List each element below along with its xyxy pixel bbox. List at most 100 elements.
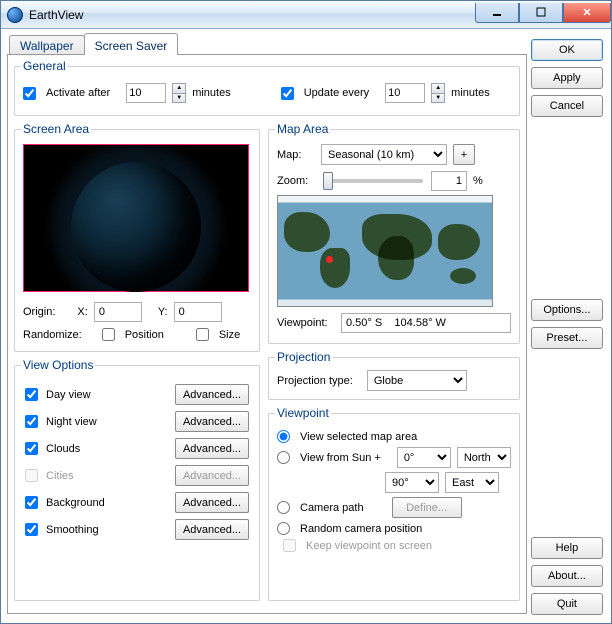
group-map-area: Map Area Map: Seasonal (10 km) + Zoom: xyxy=(268,122,520,344)
apply-button[interactable]: Apply xyxy=(531,67,603,89)
vo-checkbox-5[interactable] xyxy=(25,523,38,536)
help-button[interactable]: Help xyxy=(531,537,603,559)
update-spin[interactable]: ▲▼ xyxy=(431,83,445,103)
update-unit: minutes xyxy=(451,87,490,99)
about-button[interactable]: About... xyxy=(531,565,603,587)
legend-screen-area: Screen Area xyxy=(21,122,91,136)
window-title: EarthView xyxy=(29,8,83,22)
tab-page: General Activate after ▲▼ minutes Update… xyxy=(7,54,527,614)
projection-type-combo[interactable]: Globe xyxy=(367,370,467,391)
minimize-button[interactable] xyxy=(475,3,519,23)
randomize-size-label: Size xyxy=(219,329,240,341)
zoom-label: Zoom: xyxy=(277,175,315,187)
legend-projection: Projection xyxy=(275,350,332,364)
legend-map-area: Map Area xyxy=(275,122,330,136)
activate-after-checkbox[interactable] xyxy=(23,87,36,100)
zoom-unit: % xyxy=(473,175,483,187)
legend-view-options: View Options xyxy=(21,358,95,372)
keep-viewpoint-label: Keep viewpoint on screen xyxy=(306,540,432,552)
map-marker-icon xyxy=(326,256,333,263)
viewpoint-coord-label: Viewpoint: xyxy=(277,317,335,329)
viewpoint-coord-input[interactable] xyxy=(341,313,511,333)
titlebar[interactable]: EarthView xyxy=(1,1,611,29)
legend-viewpoint: Viewpoint xyxy=(275,406,331,420)
vo-label-2: Clouds xyxy=(46,443,80,455)
vo-label-1: Night view xyxy=(46,416,97,428)
vo-label-0: Day view xyxy=(46,389,91,401)
origin-x-input[interactable] xyxy=(94,302,142,322)
vp-random-radio[interactable] xyxy=(277,522,290,535)
quit-button[interactable]: Quit xyxy=(531,593,603,615)
vo-label-3: Cities xyxy=(46,470,74,482)
projection-type-label: Projection type: xyxy=(277,375,353,387)
randomize-size-checkbox[interactable] xyxy=(196,328,209,341)
vp-random-label: Random camera position xyxy=(300,523,422,535)
map-preview[interactable] xyxy=(277,195,493,307)
randomize-position-checkbox[interactable] xyxy=(102,328,115,341)
vo-label-4: Background xyxy=(46,497,105,509)
vp-angle1-combo[interactable]: 0° xyxy=(397,447,451,468)
activate-after-label: Activate after xyxy=(46,87,110,99)
define-button[interactable]: Define... xyxy=(392,497,462,518)
vo-advanced-0[interactable]: Advanced... xyxy=(175,384,249,405)
vp-sun-radio[interactable] xyxy=(277,451,290,464)
group-general: General Activate after ▲▼ minutes Update… xyxy=(14,59,520,116)
vp-angle2-combo[interactable]: 90° xyxy=(385,472,439,493)
activate-unit: minutes xyxy=(192,87,231,99)
vp-dir1-combo[interactable]: North xyxy=(457,447,511,468)
map-add-button[interactable]: + xyxy=(453,144,475,165)
vo-checkbox-0[interactable] xyxy=(25,388,38,401)
vp-dir2-combo[interactable]: East xyxy=(445,472,499,493)
close-button[interactable] xyxy=(563,3,611,23)
update-every-checkbox[interactable] xyxy=(281,87,294,100)
randomize-label: Randomize: xyxy=(23,329,82,341)
vo-advanced-2[interactable]: Advanced... xyxy=(175,438,249,459)
origin-y-input[interactable] xyxy=(174,302,222,322)
preset-button[interactable]: Preset... xyxy=(531,327,603,349)
tab-wallpaper[interactable]: Wallpaper xyxy=(9,35,85,55)
vo-checkbox-1[interactable] xyxy=(25,415,38,428)
vp-sun-label: View from Sun + xyxy=(300,452,381,464)
tab-screen-saver[interactable]: Screen Saver xyxy=(84,33,179,55)
sidebar: OK Apply Cancel Options... Preset... Hel… xyxy=(531,29,611,623)
zoom-input[interactable] xyxy=(431,171,467,191)
tab-strip: Wallpaper Screen Saver xyxy=(9,33,527,55)
vo-label-5: Smoothing xyxy=(46,524,99,536)
update-every-input[interactable] xyxy=(385,83,425,103)
vp-camera-label: Camera path xyxy=(300,502,364,514)
app-window: EarthView Wallpaper Screen Saver General… xyxy=(0,0,612,624)
vp-selected-radio[interactable] xyxy=(277,430,290,443)
maximize-button[interactable] xyxy=(519,3,563,23)
x-label: X: xyxy=(77,306,87,318)
update-every-label: Update every xyxy=(304,87,369,99)
vo-checkbox-4[interactable] xyxy=(25,496,38,509)
options-button[interactable]: Options... xyxy=(531,299,603,321)
map-combo[interactable]: Seasonal (10 km) xyxy=(321,144,447,165)
main-area: Wallpaper Screen Saver General Activate … xyxy=(1,29,531,623)
screen-preview[interactable] xyxy=(23,144,249,292)
randomize-position-label: Position xyxy=(125,329,164,341)
vo-checkbox-3[interactable] xyxy=(25,469,38,482)
app-icon xyxy=(7,7,23,23)
group-screen-area: Screen Area Origin: X: Y: Randomize: xyxy=(14,122,260,352)
vo-advanced-5[interactable]: Advanced... xyxy=(175,519,249,540)
cancel-button[interactable]: Cancel xyxy=(531,95,603,117)
group-viewpoint: Viewpoint View selected map area View fr… xyxy=(268,406,520,601)
vp-selected-label: View selected map area xyxy=(300,431,417,443)
vo-advanced-3[interactable]: Advanced... xyxy=(175,465,249,486)
vo-advanced-4[interactable]: Advanced... xyxy=(175,492,249,513)
vp-camera-radio[interactable] xyxy=(277,501,290,514)
vo-checkbox-2[interactable] xyxy=(25,442,38,455)
y-label: Y: xyxy=(158,306,168,318)
group-view-options: View Options Day view Advanced... Night vi… xyxy=(14,358,260,601)
keep-viewpoint-checkbox[interactable] xyxy=(283,539,296,552)
zoom-slider[interactable] xyxy=(323,179,423,183)
vo-advanced-1[interactable]: Advanced... xyxy=(175,411,249,432)
origin-label: Origin: xyxy=(23,306,55,318)
map-label: Map: xyxy=(277,149,315,161)
activate-after-input[interactable] xyxy=(126,83,166,103)
ok-button[interactable]: OK xyxy=(531,39,603,61)
group-projection: Projection Projection type: Globe xyxy=(268,350,520,400)
activate-spin[interactable]: ▲▼ xyxy=(172,83,186,103)
legend-general: General xyxy=(21,59,68,73)
